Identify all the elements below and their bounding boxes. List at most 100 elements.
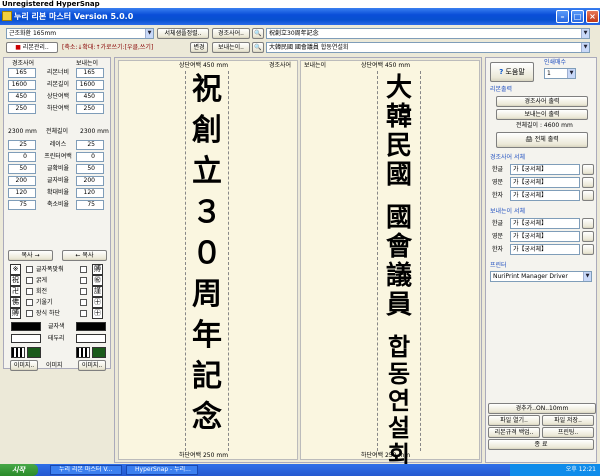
taskbar-item-app[interactable]: 누리 리본 마스터 V... [50, 465, 122, 475]
font-select[interactable]: 가【궁서체】 [510, 231, 580, 242]
font-color-right[interactable] [76, 322, 106, 331]
spin-left[interactable]: 450 [8, 92, 36, 102]
sender-font-title: 보내는이 서체 [490, 208, 526, 215]
image-left-button[interactable]: 이미지.. [10, 360, 38, 371]
font-sample-button[interactable]: 서체샘플정렬.. [157, 28, 209, 39]
printing-button[interactable]: 프린팅.. [542, 427, 594, 438]
spin-left[interactable]: 50 [8, 164, 36, 174]
option-checkbox-left[interactable] [26, 299, 33, 306]
spin-left[interactable]: 0 [8, 152, 36, 162]
add-setting-button[interactable]: 경추가..ON..10mm [488, 403, 596, 414]
option-checkbox-right[interactable] [80, 288, 87, 295]
option-checkbox-left[interactable] [26, 277, 33, 284]
spin-right[interactable]: 165 [76, 68, 104, 78]
search-icon[interactable] [582, 231, 594, 242]
file-open-button[interactable]: 파일 열기.. [488, 415, 540, 426]
backup-button[interactable]: 리본규격 백업.. [488, 427, 540, 438]
search-icon[interactable] [582, 218, 594, 229]
search-icon[interactable]: 🔍 [252, 42, 264, 53]
spin-right[interactable]: 1600 [76, 80, 104, 90]
option-checkbox-left[interactable] [26, 288, 33, 295]
spin-right[interactable]: 75 [76, 200, 104, 210]
option-checkbox-right[interactable] [80, 310, 87, 317]
symbol-icon[interactable]: 祝 [10, 275, 21, 286]
print-condolence-button[interactable]: 경조사어 출력 [496, 96, 588, 107]
spin-left[interactable]: 1600 [8, 80, 36, 90]
symbol-icon[interactable]: ㊉ [92, 308, 103, 319]
sender-input[interactable]: 大韓民國 國會議員 합동연설회 ▼ [266, 42, 590, 53]
font-lang-label: 한글 [492, 166, 504, 173]
symbol-icon[interactable]: 賻 [92, 264, 103, 275]
search-icon[interactable] [582, 164, 594, 175]
minimize-icon[interactable]: – [556, 10, 569, 23]
search-icon[interactable]: 🔍 [252, 28, 264, 39]
copy-left-button[interactable]: ← 복사 [62, 250, 107, 261]
taskbar-item-hypersnap[interactable]: HyperSnap - 누리... [126, 465, 198, 475]
pattern-icon[interactable] [27, 347, 41, 358]
ribbon-manage-button[interactable]: ■ 리본관리.. [6, 42, 58, 53]
close-icon[interactable]: × [586, 10, 599, 23]
pattern-icon[interactable] [92, 347, 106, 358]
symbol-icon[interactable]: 卍 [10, 286, 21, 297]
print-sender-button[interactable]: 보내는이 출력 [496, 109, 588, 120]
symbol-icon[interactable]: ㊗ [92, 275, 103, 286]
spin-left[interactable]: 75 [8, 200, 36, 210]
symbol-icon[interactable]: 謹 [92, 286, 103, 297]
font-select[interactable]: 가【궁서체】 [510, 218, 580, 229]
search-icon[interactable] [582, 177, 594, 188]
option-checkbox-left[interactable] [26, 266, 33, 273]
row-label: 확대비율 [46, 189, 70, 196]
option-checkbox-right[interactable] [80, 299, 87, 306]
font-select[interactable]: 가【궁서체】 [510, 177, 580, 188]
font-select[interactable]: 가【궁서체】 [510, 244, 580, 255]
maximize-icon[interactable]: □ [571, 10, 584, 23]
pattern-icon[interactable] [11, 347, 25, 358]
option-label: 기울기 [36, 299, 53, 306]
spin-right[interactable]: 200 [76, 176, 104, 186]
spin-right[interactable]: 250 [76, 104, 104, 114]
option-checkbox-right[interactable] [80, 266, 87, 273]
row-label: 레이스 [49, 141, 67, 148]
border-right[interactable] [76, 334, 106, 343]
image-right-button[interactable]: 이미지.. [78, 360, 106, 371]
spin-left[interactable]: 250 [8, 104, 36, 114]
spin-right[interactable]: 25 [76, 140, 104, 150]
spin-left[interactable]: 165 [8, 68, 36, 78]
print-all-button[interactable]: 🖨 전체 출력 [496, 132, 588, 148]
spin-left[interactable]: 120 [8, 188, 36, 198]
border-left[interactable] [11, 334, 41, 343]
exit-button[interactable]: 종 료 [488, 439, 594, 450]
spin-right[interactable]: 0 [76, 152, 104, 162]
file-save-button[interactable]: 파일 저장.. [542, 415, 594, 426]
symbol-icon[interactable]: ㊉ [92, 297, 103, 308]
spin-left[interactable]: 200 [8, 176, 36, 186]
spin-right[interactable]: 50 [76, 164, 104, 174]
font-color-label: 글자색 [48, 323, 65, 330]
copy-right-button[interactable]: 복사 → [8, 250, 53, 261]
ribbon-size-select[interactable]: 근조화환 165mm ▼ [6, 28, 154, 39]
row-label: 글확비율 [46, 165, 70, 172]
sender-button[interactable]: 보내는이.. [212, 42, 250, 53]
symbol-icon[interactable]: 佛 [10, 297, 21, 308]
font-select[interactable]: 가【궁서체】 [510, 190, 580, 201]
spin-right[interactable]: 120 [76, 188, 104, 198]
search-icon[interactable] [582, 244, 594, 255]
spin-left[interactable]: 25 [8, 140, 36, 150]
condolence-phrase-button[interactable]: 경조사어.. [212, 28, 250, 39]
search-icon[interactable] [582, 190, 594, 201]
sender-char: 韓 [385, 102, 412, 132]
pattern-icon[interactable] [76, 347, 90, 358]
spin-right[interactable]: 450 [76, 92, 104, 102]
copies-select[interactable]: 1 ▼ [544, 68, 576, 79]
apply-button[interactable]: 변경 [190, 42, 208, 53]
font-color-left[interactable] [11, 322, 41, 331]
symbol-icon[interactable]: ※ [10, 264, 21, 275]
printer-select[interactable]: NuriPrint Manager Driver ▼ [490, 271, 592, 282]
symbol-icon[interactable]: 賻 [10, 308, 21, 319]
start-button[interactable]: 시작 [0, 464, 38, 476]
condolence-input[interactable]: 祝創立30周年記念 ▼ [266, 28, 590, 39]
help-button[interactable]: ? 도움말 [490, 62, 534, 82]
font-select[interactable]: 가【궁서체】 [510, 164, 580, 175]
option-checkbox-left[interactable] [26, 310, 33, 317]
option-checkbox-right[interactable] [80, 277, 87, 284]
